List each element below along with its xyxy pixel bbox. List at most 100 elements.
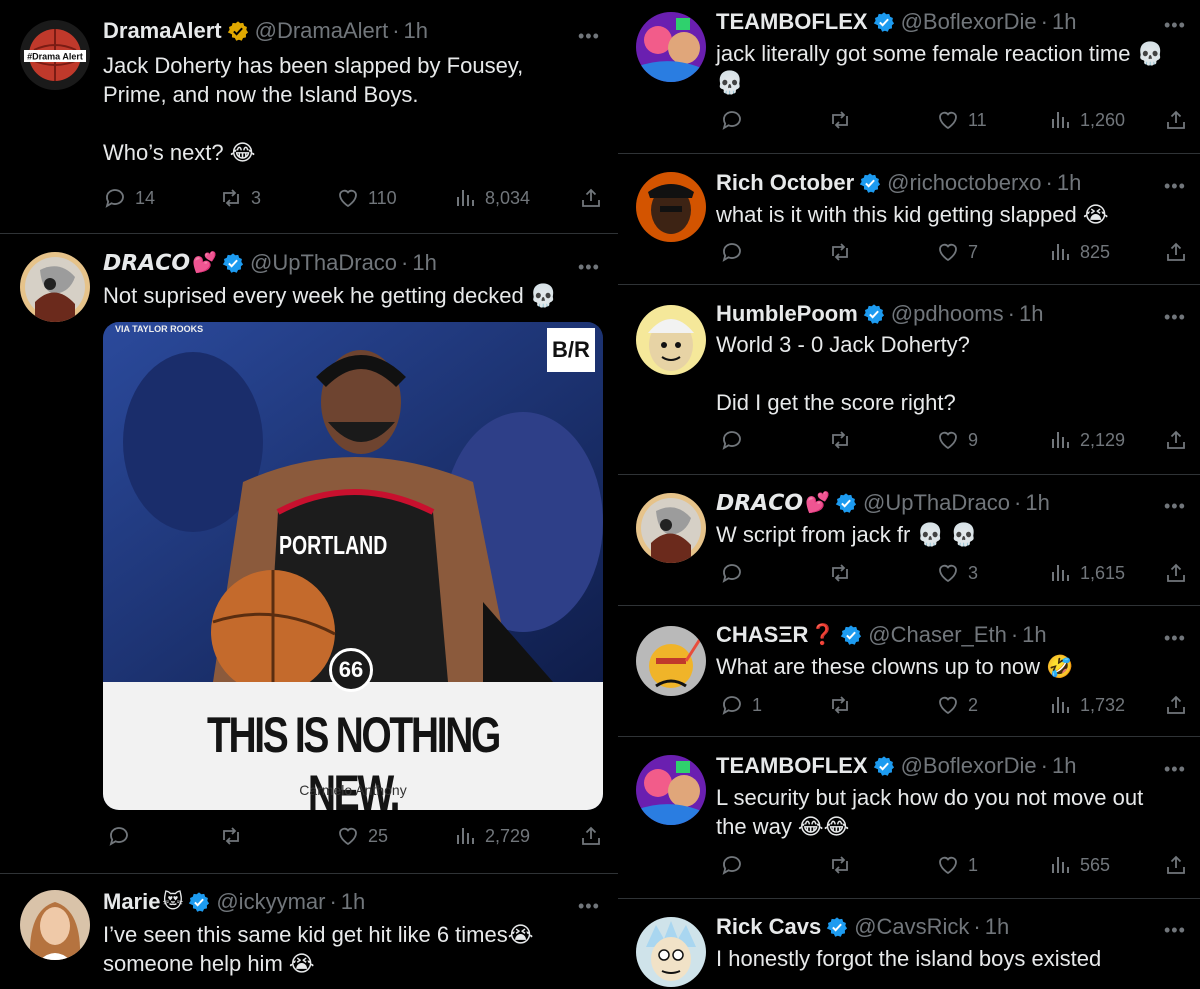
display-name[interactable]: Rick Cavs <box>716 913 821 941</box>
reply-button[interactable] <box>720 108 752 132</box>
share-button[interactable] <box>1164 240 1188 264</box>
like-button[interactable]: 11 <box>936 108 987 132</box>
handle[interactable]: @CavsRick <box>854 913 969 941</box>
display-name[interactable]: 𝘿𝙍𝘼𝘾𝙊 <box>103 249 190 277</box>
repost-button[interactable] <box>828 853 860 877</box>
more-options-icon[interactable]: ••• <box>578 258 600 276</box>
reply-button[interactable] <box>107 824 139 848</box>
tweet[interactable]: 𝘿𝙍𝘼𝘾𝙊 💕 @UpThaDraco · 1h ••• W script fr… <box>618 475 1200 606</box>
views-button[interactable]: 1,260 <box>1048 108 1125 132</box>
views-button[interactable]: 2,129 <box>1048 428 1125 452</box>
more-options-icon[interactable]: ••• <box>1164 629 1186 647</box>
share-button[interactable] <box>1164 693 1188 717</box>
handle[interactable]: @DramaAlert <box>255 17 389 45</box>
handle[interactable]: @BoflexorDie <box>901 752 1037 780</box>
timestamp[interactable]: 1h <box>412 249 436 277</box>
more-options-icon[interactable]: ••• <box>1164 921 1186 939</box>
reply-button[interactable] <box>720 240 752 264</box>
handle[interactable]: @ickyymar <box>216 888 325 916</box>
repost-button[interactable]: 3 <box>219 186 261 210</box>
tweet-media-image[interactable]: VIA TAYLOR ROOKS B/R PORTLAND THIS IS NO… <box>103 322 603 810</box>
avatar[interactable] <box>636 755 706 825</box>
handle[interactable]: @richoctoberxo <box>887 169 1041 197</box>
handle[interactable]: @Chaser_Eth <box>868 621 1007 649</box>
views-button[interactable]: 1,615 <box>1048 561 1125 585</box>
repost-button[interactable] <box>828 108 860 132</box>
timestamp[interactable]: 1h <box>404 17 428 45</box>
reply-button[interactable] <box>720 561 752 585</box>
tweet[interactable]: HumblePoom @pdhooms · 1h ••• World 3 - 0… <box>618 285 1200 475</box>
display-name[interactable]: Rich October <box>716 169 854 197</box>
share-button[interactable] <box>1164 561 1188 585</box>
tweet[interactable]: TEAMBOFLEX @BoflexorDie · 1h ••• jack li… <box>618 0 1200 154</box>
timestamp[interactable]: 1h <box>1025 489 1049 517</box>
timestamp[interactable]: 1h <box>1022 621 1046 649</box>
display-name[interactable]: DramaAlert <box>103 17 222 45</box>
like-button[interactable]: 2 <box>936 693 978 717</box>
handle[interactable]: @BoflexorDie <box>901 8 1037 36</box>
reply-button[interactable]: 14 <box>103 186 155 210</box>
share-button[interactable] <box>579 186 603 210</box>
share-button[interactable] <box>1164 428 1188 452</box>
handle[interactable]: @UpThaDraco <box>863 489 1010 517</box>
tweet[interactable]: TEAMBOFLEX @BoflexorDie · 1h ••• L secur… <box>618 737 1200 899</box>
more-options-icon[interactable]: ••• <box>578 27 600 45</box>
avatar[interactable] <box>636 626 706 696</box>
avatar[interactable] <box>636 493 706 563</box>
display-name[interactable]: CHASΞR <box>716 621 808 649</box>
repost-button[interactable] <box>219 824 251 848</box>
avatar[interactable] <box>636 12 706 82</box>
share-button[interactable] <box>1164 108 1188 132</box>
reply-button[interactable]: 1 <box>720 693 762 717</box>
repost-button[interactable] <box>828 561 860 585</box>
timestamp[interactable]: 1h <box>1019 300 1043 328</box>
views-button[interactable]: 8,034 <box>453 186 530 210</box>
handle[interactable]: @UpThaDraco <box>250 249 397 277</box>
timestamp[interactable]: 1h <box>1052 752 1076 780</box>
display-name[interactable]: TEAMBOFLEX <box>716 752 868 780</box>
views-button[interactable]: 825 <box>1048 240 1110 264</box>
more-options-icon[interactable]: ••• <box>1164 308 1186 326</box>
timestamp[interactable]: 1h <box>341 888 365 916</box>
avatar[interactable] <box>636 917 706 987</box>
repost-button[interactable] <box>828 693 860 717</box>
like-button[interactable]: 25 <box>336 824 388 848</box>
tweet[interactable]: Rick Cavs @CavsRick · 1h ••• I honestly … <box>618 899 1200 989</box>
repost-button[interactable] <box>828 240 860 264</box>
timestamp[interactable]: 1h <box>1057 169 1081 197</box>
display-name[interactable]: 𝘿𝙍𝘼𝘾𝙊 <box>716 489 803 517</box>
display-name[interactable]: HumblePoom <box>716 300 858 328</box>
avatar[interactable]: #Drama Alert <box>20 20 90 90</box>
like-button[interactable]: 3 <box>936 561 978 585</box>
timestamp[interactable]: 1h <box>1052 8 1076 36</box>
tweet[interactable]: CHASΞR ❓ @Chaser_Eth · 1h ••• What are t… <box>618 606 1200 737</box>
like-button[interactable]: 1 <box>936 853 978 877</box>
like-button[interactable]: 110 <box>336 186 397 210</box>
avatar[interactable] <box>636 172 706 242</box>
display-name[interactable]: Marie <box>103 888 160 916</box>
repost-button[interactable] <box>828 428 860 452</box>
more-options-icon[interactable]: ••• <box>1164 177 1186 195</box>
views-button[interactable]: 1,732 <box>1048 693 1125 717</box>
views-button[interactable]: 565 <box>1048 853 1110 877</box>
more-options-icon[interactable]: ••• <box>1164 16 1186 34</box>
reply-button[interactable] <box>720 853 752 877</box>
avatar[interactable] <box>636 305 706 375</box>
tweet[interactable]: Rich October @richoctoberxo · 1h ••• wha… <box>618 154 1200 285</box>
display-name[interactable]: TEAMBOFLEX <box>716 8 868 36</box>
more-options-icon[interactable]: ••• <box>1164 497 1186 515</box>
tweet[interactable]: 𝘿𝙍𝘼𝘾𝙊 💕 @UpThaDraco · 1h ••• Not suprise… <box>0 234 618 874</box>
like-button[interactable]: 9 <box>936 428 978 452</box>
share-button[interactable] <box>1164 853 1188 877</box>
tweet[interactable]: #Drama Alert DramaAlert @DramaAlert · 1h… <box>0 0 618 234</box>
timestamp[interactable]: 1h <box>985 913 1009 941</box>
views-button[interactable]: 2,729 <box>453 824 530 848</box>
tweet[interactable]: Marie 😻 @ickyymar · 1h ••• I’ve seen thi… <box>0 874 618 989</box>
avatar[interactable] <box>20 252 90 322</box>
more-options-icon[interactable]: ••• <box>1164 760 1186 778</box>
avatar[interactable] <box>20 890 90 960</box>
reply-button[interactable] <box>720 428 752 452</box>
handle[interactable]: @pdhooms <box>891 300 1004 328</box>
share-button[interactable] <box>579 824 603 848</box>
like-button[interactable]: 7 <box>936 240 978 264</box>
